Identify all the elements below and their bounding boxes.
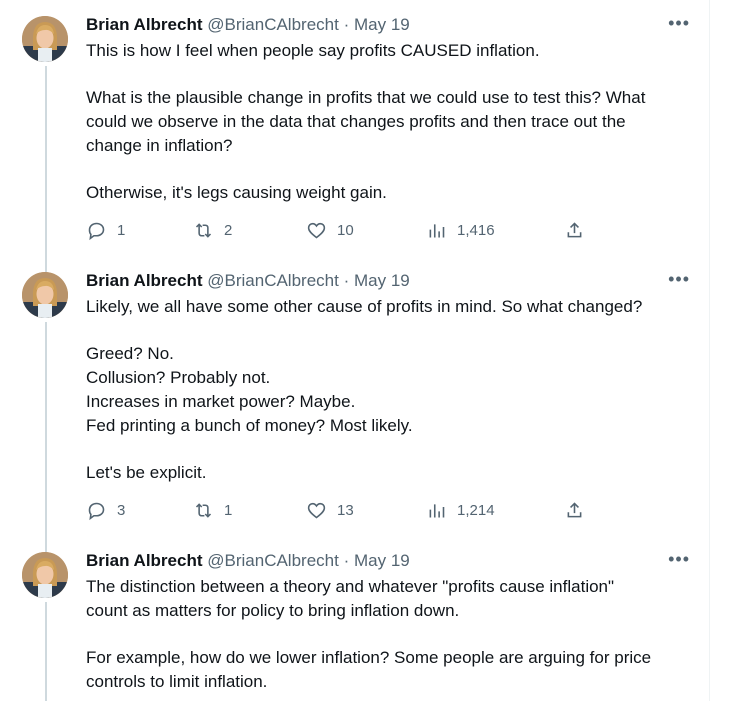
views-count: 1,214 [457, 502, 495, 519]
likes-count: 13 [337, 502, 354, 519]
tweet-text-line: What is the plausible change in profits … [86, 88, 646, 108]
share-icon [564, 500, 585, 521]
tweet-text-line: Increases in market power? Maybe. [86, 391, 356, 411]
tweet-header: Brian Albrecht @BrianCAlbrecht · May 19 [86, 14, 410, 36]
reply-icon [86, 500, 107, 521]
like-icon [306, 220, 327, 241]
more-horizontal-icon[interactable]: ••• [668, 270, 690, 288]
author-name[interactable]: Brian Albrecht [86, 551, 203, 570]
retweets-count: 1 [224, 502, 233, 519]
more-horizontal-icon[interactable]: ••• [668, 550, 690, 568]
tweet-text-line: The distinction between a theory and wha… [86, 577, 615, 596]
avatar[interactable] [22, 272, 68, 318]
tweet-date[interactable]: May 19 [354, 271, 410, 290]
reply-button[interactable]: 1 [86, 220, 125, 241]
tweet-text-line: Let's be explicit. [86, 462, 207, 482]
separator: · [343, 551, 350, 570]
tweet-text-line: For example, how do we lower inflation? … [86, 648, 652, 668]
tweet-date[interactable]: May 19 [354, 551, 410, 570]
author-handle[interactable]: @BrianCAlbrecht [207, 271, 339, 290]
views-button[interactable]: 1,416 [426, 220, 495, 241]
tweet-header: Brian Albrecht @BrianCAlbrecht · May 19 [86, 550, 410, 572]
replies-count: 3 [117, 502, 126, 519]
author-name[interactable]: Brian Albrecht [86, 15, 203, 34]
reply-button[interactable]: 3 [86, 500, 125, 521]
views-count: 1,416 [457, 222, 495, 239]
tweet-text-line: Greed? No. [86, 344, 174, 364]
more-horizontal-icon[interactable]: ••• [668, 14, 690, 32]
reply-icon [86, 220, 107, 241]
tweet-text-line: controls to limit inflation. [86, 671, 268, 691]
tweet-header: Brian Albrecht @BrianCAlbrecht · May 19 [86, 270, 410, 292]
views-icon [426, 500, 447, 521]
tweet-text-line: Otherwise, it's legs causing weight gain… [86, 183, 387, 203]
tweet-text: This is how I feel when people say profi… [86, 39, 686, 205]
tweet-text-line: This is how I feel when people say profi… [86, 41, 540, 60]
avatar-image [22, 552, 68, 598]
retweet-button[interactable]: 1 [193, 500, 232, 521]
tweet-text-line: Collusion? Probably not. [86, 368, 271, 388]
avatar-image [22, 16, 68, 62]
like-button[interactable]: 10 [306, 220, 354, 241]
retweet-icon [193, 500, 214, 521]
separator: · [343, 15, 350, 34]
avatar[interactable] [22, 552, 68, 598]
retweet-button[interactable]: 2 [193, 220, 232, 241]
tweet-text-line: count as matters for policy to bring inf… [86, 600, 460, 620]
tweet-date[interactable]: May 19 [354, 15, 410, 34]
tweet-text: Likely, we all have some other cause of … [86, 295, 686, 485]
tweet-text-line: Likely, we all have some other cause of … [86, 297, 643, 316]
views-icon [426, 220, 447, 241]
separator: · [343, 271, 350, 290]
avatar[interactable] [22, 16, 68, 62]
share-button[interactable] [564, 220, 585, 241]
tweet[interactable]: Brian Albrecht @BrianCAlbrecht · May 19 … [0, 550, 710, 701]
tweet-text-line: Fed printing a bunch of money? Most like… [86, 415, 413, 435]
views-button[interactable]: 1,214 [426, 500, 495, 521]
tweet[interactable]: Brian Albrecht @BrianCAlbrecht · May 19 … [0, 14, 710, 254]
tweet-text-line: could we observe in the data that change… [86, 112, 626, 132]
replies-count: 1 [117, 222, 126, 239]
tweet-text-line: change in inflation? [86, 135, 233, 155]
share-icon [564, 220, 585, 241]
likes-count: 10 [337, 222, 354, 239]
share-button[interactable] [564, 500, 585, 521]
retweet-icon [193, 220, 214, 241]
like-button[interactable]: 13 [306, 500, 354, 521]
like-icon [306, 500, 327, 521]
avatar-image [22, 272, 68, 318]
retweets-count: 2 [224, 222, 233, 239]
author-handle[interactable]: @BrianCAlbrecht [207, 551, 339, 570]
author-name[interactable]: Brian Albrecht [86, 271, 203, 290]
author-handle[interactable]: @BrianCAlbrecht [207, 15, 339, 34]
tweet[interactable]: Brian Albrecht @BrianCAlbrecht · May 19 … [0, 270, 710, 530]
tweet-text: The distinction between a theory and wha… [86, 575, 686, 694]
